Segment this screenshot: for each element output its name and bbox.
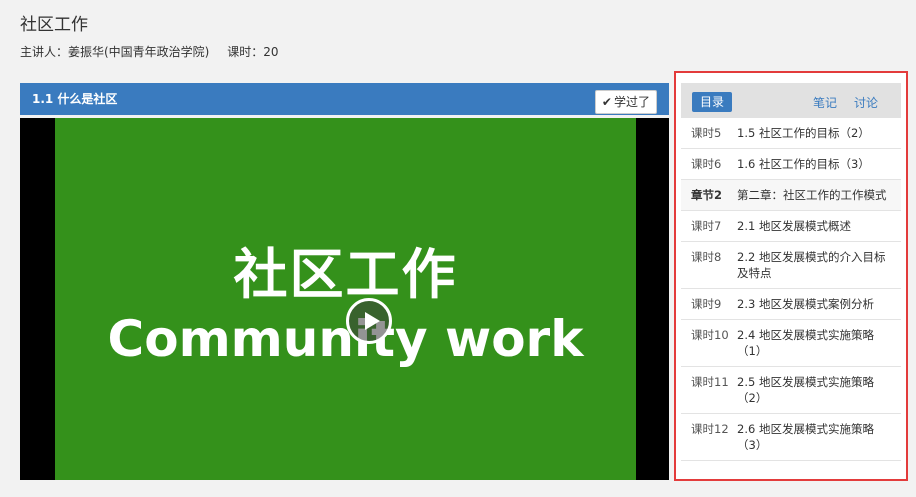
lesson-name: 2.6 地区发展模式实施策略（3） (737, 422, 874, 452)
sidebar-tabs: 目录 笔记 讨论 (681, 83, 901, 118)
play-button[interactable] (346, 298, 392, 344)
current-lesson-title: 1.1 什么是社区 (32, 92, 118, 106)
lesson-name: 1.6 社区工作的目标（3） (737, 157, 870, 171)
play-icon (365, 312, 380, 330)
lesson-name: 2.2 地区发展模式的介入目标及特点 (737, 250, 886, 280)
course-hours: 课时：20 (227, 45, 279, 59)
lesson-index: 课时6 (691, 157, 722, 171)
mark-learned-button[interactable]: ✔ 学过了 (594, 90, 657, 114)
tab-notes[interactable]: 笔记 (813, 94, 837, 111)
catalog-sidebar: 目录 笔记 讨论 课时5 1.5 社区工作的目标（2） 课时6 1.6 社区工作… (674, 71, 908, 481)
lesson-item[interactable]: 课时12 2.6 地区发展模式实施策略（3） (681, 414, 901, 461)
lesson-item[interactable]: 课时10 2.4 地区发展模式实施策略（1） (681, 320, 901, 367)
lesson-item[interactable]: 课时9 2.3 地区发展模式案例分析 (681, 289, 901, 320)
lesson-index: 课时7 (691, 219, 722, 233)
lesson-item[interactable]: 课时7 2.1 地区发展模式概述 (681, 211, 901, 242)
tab-catalog[interactable]: 目录 (692, 92, 732, 112)
lesson-item[interactable]: 课时11 2.5 地区发展模式实施策略（2） (681, 367, 901, 414)
lesson-index: 课时9 (691, 297, 722, 311)
course-title: 社区工作 (20, 15, 88, 35)
check-icon: ✔ (601, 95, 612, 109)
player-header: 1.1 什么是社区 ✔ 学过了 (20, 83, 669, 115)
chapter-index: 章节2 (691, 188, 723, 202)
lesson-item[interactable]: 课时8 2.2 地区发展模式的介入目标及特点 (681, 242, 901, 289)
lesson-name: 2.3 地区发展模式案例分析 (737, 297, 874, 311)
chapter-header: 章节2 第二章：社区工作的工作模式 (681, 180, 901, 211)
lesson-item[interactable]: 课时6 1.6 社区工作的目标（3） (681, 149, 901, 180)
video-frame: 社区工作 Community work (55, 118, 636, 480)
video-title-cn: 社区工作 (233, 243, 458, 306)
lesson-item[interactable]: 课时5 1.5 社区工作的目标（2） (681, 118, 901, 149)
lesson-name: 2.1 地区发展模式概述 (737, 219, 851, 233)
video-area[interactable]: 社区工作 Community work (20, 118, 669, 480)
lesson-index: 课时11 (691, 375, 729, 389)
lesson-name: 1.5 社区工作的目标（2） (737, 126, 870, 140)
chapter-name: 第二章：社区工作的工作模式 (737, 188, 887, 202)
lesson-list: 课时5 1.5 社区工作的目标（2） 课时6 1.6 社区工作的目标（3） 章节… (681, 118, 901, 461)
lesson-index: 课时5 (691, 126, 722, 140)
mark-learned-label: 学过了 (613, 95, 650, 109)
lecturer-label: 主讲人：姜振华(中国青年政治学院) (20, 45, 210, 59)
lesson-name: 2.5 地区发展模式实施策略（2） (737, 375, 874, 405)
lesson-index: 课时12 (691, 422, 729, 436)
lesson-index: 课时10 (691, 328, 729, 342)
tab-discuss[interactable]: 讨论 (854, 94, 878, 111)
lesson-index: 课时8 (691, 250, 722, 264)
course-meta: 主讲人：姜振华(中国青年政治学院) 课时：20 (20, 43, 278, 60)
lesson-name: 2.4 地区发展模式实施策略（1） (737, 328, 874, 358)
video-player: 1.1 什么是社区 ✔ 学过了 社区工作 Community work (20, 83, 669, 480)
